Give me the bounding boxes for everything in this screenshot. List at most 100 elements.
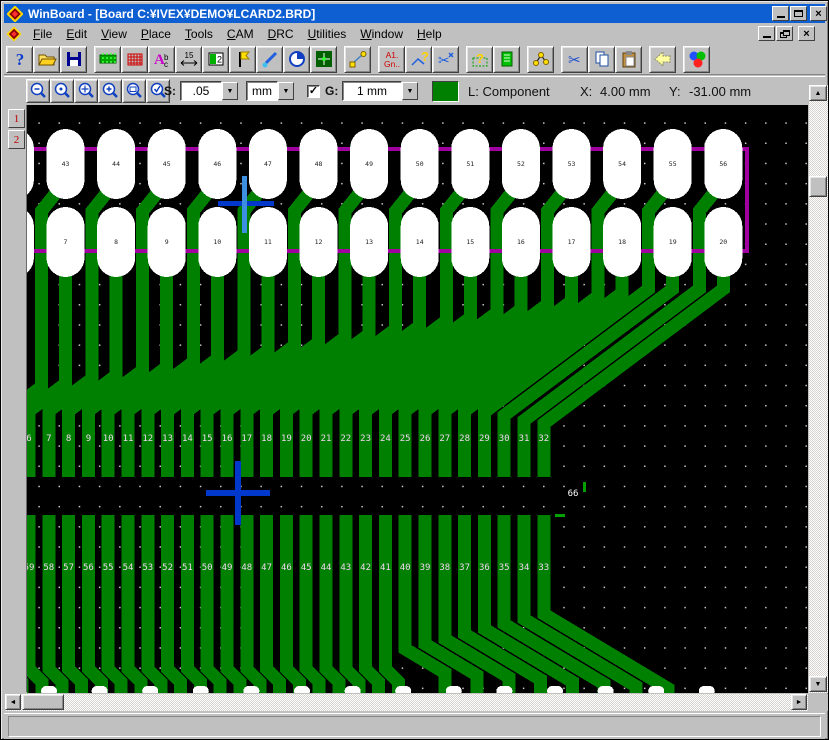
trace-lower[interactable] [128,515,141,693]
unit-dropdown-arrow[interactable]: ▼ [278,82,294,100]
trace-lower[interactable] [366,515,379,693]
trace-lower[interactable] [69,515,82,693]
help-button[interactable]: ? [6,46,33,73]
horizontal-scroll-thumb[interactable] [22,694,64,710]
menu-window[interactable]: Window [353,25,410,43]
copy-button[interactable] [588,46,615,73]
trace-lower[interactable] [148,515,161,693]
save-button[interactable] [60,46,87,73]
pad-bottom-edge[interactable] [243,686,259,693]
menu-drc[interactable]: DRC [261,25,301,43]
trace-lower[interactable] [286,515,299,693]
close-button[interactable]: × [810,6,827,21]
menu-help[interactable]: Help [410,25,449,43]
open-button[interactable] [33,46,60,73]
pad-bottom-edge[interactable] [294,686,310,693]
zoom-out-button[interactable] [26,79,50,103]
text-button[interactable]: Abc [148,46,175,73]
trace-lower[interactable] [187,515,200,693]
trace-lower[interactable] [88,515,101,693]
net-nodes-button[interactable] [527,46,554,73]
scroll-down-button[interactable]: ▼ [809,676,827,692]
component-outline-right[interactable] [745,147,749,253]
pad-bottom-edge[interactable] [446,686,462,693]
trace-lower[interactable] [326,515,339,693]
vertical-scrollbar[interactable]: ▲ ▼ [809,85,828,693]
trace-lower[interactable] [385,515,398,693]
pad-bottom-edge[interactable] [699,686,715,693]
trace-lower[interactable] [49,515,62,693]
annotate-button[interactable]: A1.Gn.. [378,46,405,73]
dimension-button[interactable]: 15 [175,46,202,73]
route-button[interactable] [256,46,283,73]
grid-dropdown-arrow[interactable]: ▼ [402,82,418,100]
maximize-button[interactable] [790,6,807,21]
zoom-fit-button[interactable] [74,79,98,103]
pad-bottom-edge[interactable] [598,686,614,693]
undo-button[interactable] [649,46,676,73]
pad-bottom-edge[interactable] [547,686,563,693]
layer-color-swatch[interactable] [432,81,459,102]
scroll-left-button[interactable]: ◄ [5,694,21,710]
snap-select[interactable]: .05 [180,81,222,101]
mdi-close-button[interactable]: × [798,26,815,41]
pad-bottom-edge[interactable] [648,686,664,693]
menu-tools[interactable]: Tools [178,25,220,43]
zoom-in-button[interactable] [98,79,122,103]
query-component-button[interactable]: ? [466,46,493,73]
pad-bottom-edge[interactable] [92,686,108,693]
unit-select[interactable]: mm [246,81,278,101]
pad-bottom-edge[interactable] [395,686,411,693]
menu-edit[interactable]: Edit [59,25,94,43]
grid-select[interactable]: 1 mm [342,81,402,101]
horizontal-scrollbar[interactable]: ◄ ► [5,694,808,711]
snap-dropdown-arrow[interactable]: ▼ [222,82,238,100]
zoom-window-button[interactable] [122,79,146,103]
layer-2-button[interactable]: 2 [8,130,25,149]
menu-view[interactable]: View [94,25,134,43]
vertical-scroll-thumb[interactable] [809,176,827,197]
cut-button[interactable]: ✂ [561,46,588,73]
minimize-button[interactable] [772,6,789,21]
pad-bottom-edge[interactable] [41,686,57,693]
layer-1-button[interactable]: 1 [8,109,25,128]
menu-cam[interactable]: CAM [220,25,261,43]
trace-lower[interactable] [29,515,42,693]
trace-lower[interactable] [168,515,181,693]
paste-button[interactable] [615,46,642,73]
pad-bottom-edge[interactable] [142,686,158,693]
title-bar[interactable]: WinBoard - [Board C:¥IVEX¥DEMO¥LCARD2.BR… [4,4,825,23]
zoom-center-button[interactable] [50,79,74,103]
trace-lower[interactable] [267,515,280,693]
pad-target-button[interactable] [310,46,337,73]
pad-bottom-edge[interactable] [193,686,209,693]
pad-bottom-edge[interactable] [496,686,512,693]
trace-lower[interactable] [306,515,319,693]
net-query-button[interactable]: ? [405,46,432,73]
menu-place[interactable]: Place [134,25,178,43]
net-label-floating[interactable]: 66 [568,489,579,499]
scroll-right-button[interactable]: ► [791,694,807,710]
trace-lower[interactable] [346,515,359,693]
menu-file[interactable]: File [26,25,59,43]
net-line-button[interactable] [344,46,371,73]
pad-top-row[interactable] [27,129,34,199]
trace-lower[interactable] [207,515,220,693]
pad-bottom-row[interactable] [27,207,34,277]
report-button[interactable] [493,46,520,73]
trace-lower[interactable] [108,515,121,693]
copper-pour-button[interactable] [121,46,148,73]
trace-lower[interactable] [247,515,260,693]
layer-colors-button[interactable] [683,46,710,73]
pcb-canvas[interactable]: 4374484594610471148124913501451155216531… [27,105,808,693]
scroll-up-button[interactable]: ▲ [809,85,827,101]
arc-button[interactable] [283,46,310,73]
mdi-document-icon[interactable] [6,26,22,42]
flag-button[interactable] [229,46,256,73]
trace-lower[interactable] [227,515,240,693]
component-dip-button[interactable] [94,46,121,73]
component-button[interactable]: 2 [202,46,229,73]
delete-track-button[interactable]: ✂ [432,46,459,73]
pad-bottom-edge[interactable] [345,686,361,693]
mdi-minimize-button[interactable] [758,26,775,41]
